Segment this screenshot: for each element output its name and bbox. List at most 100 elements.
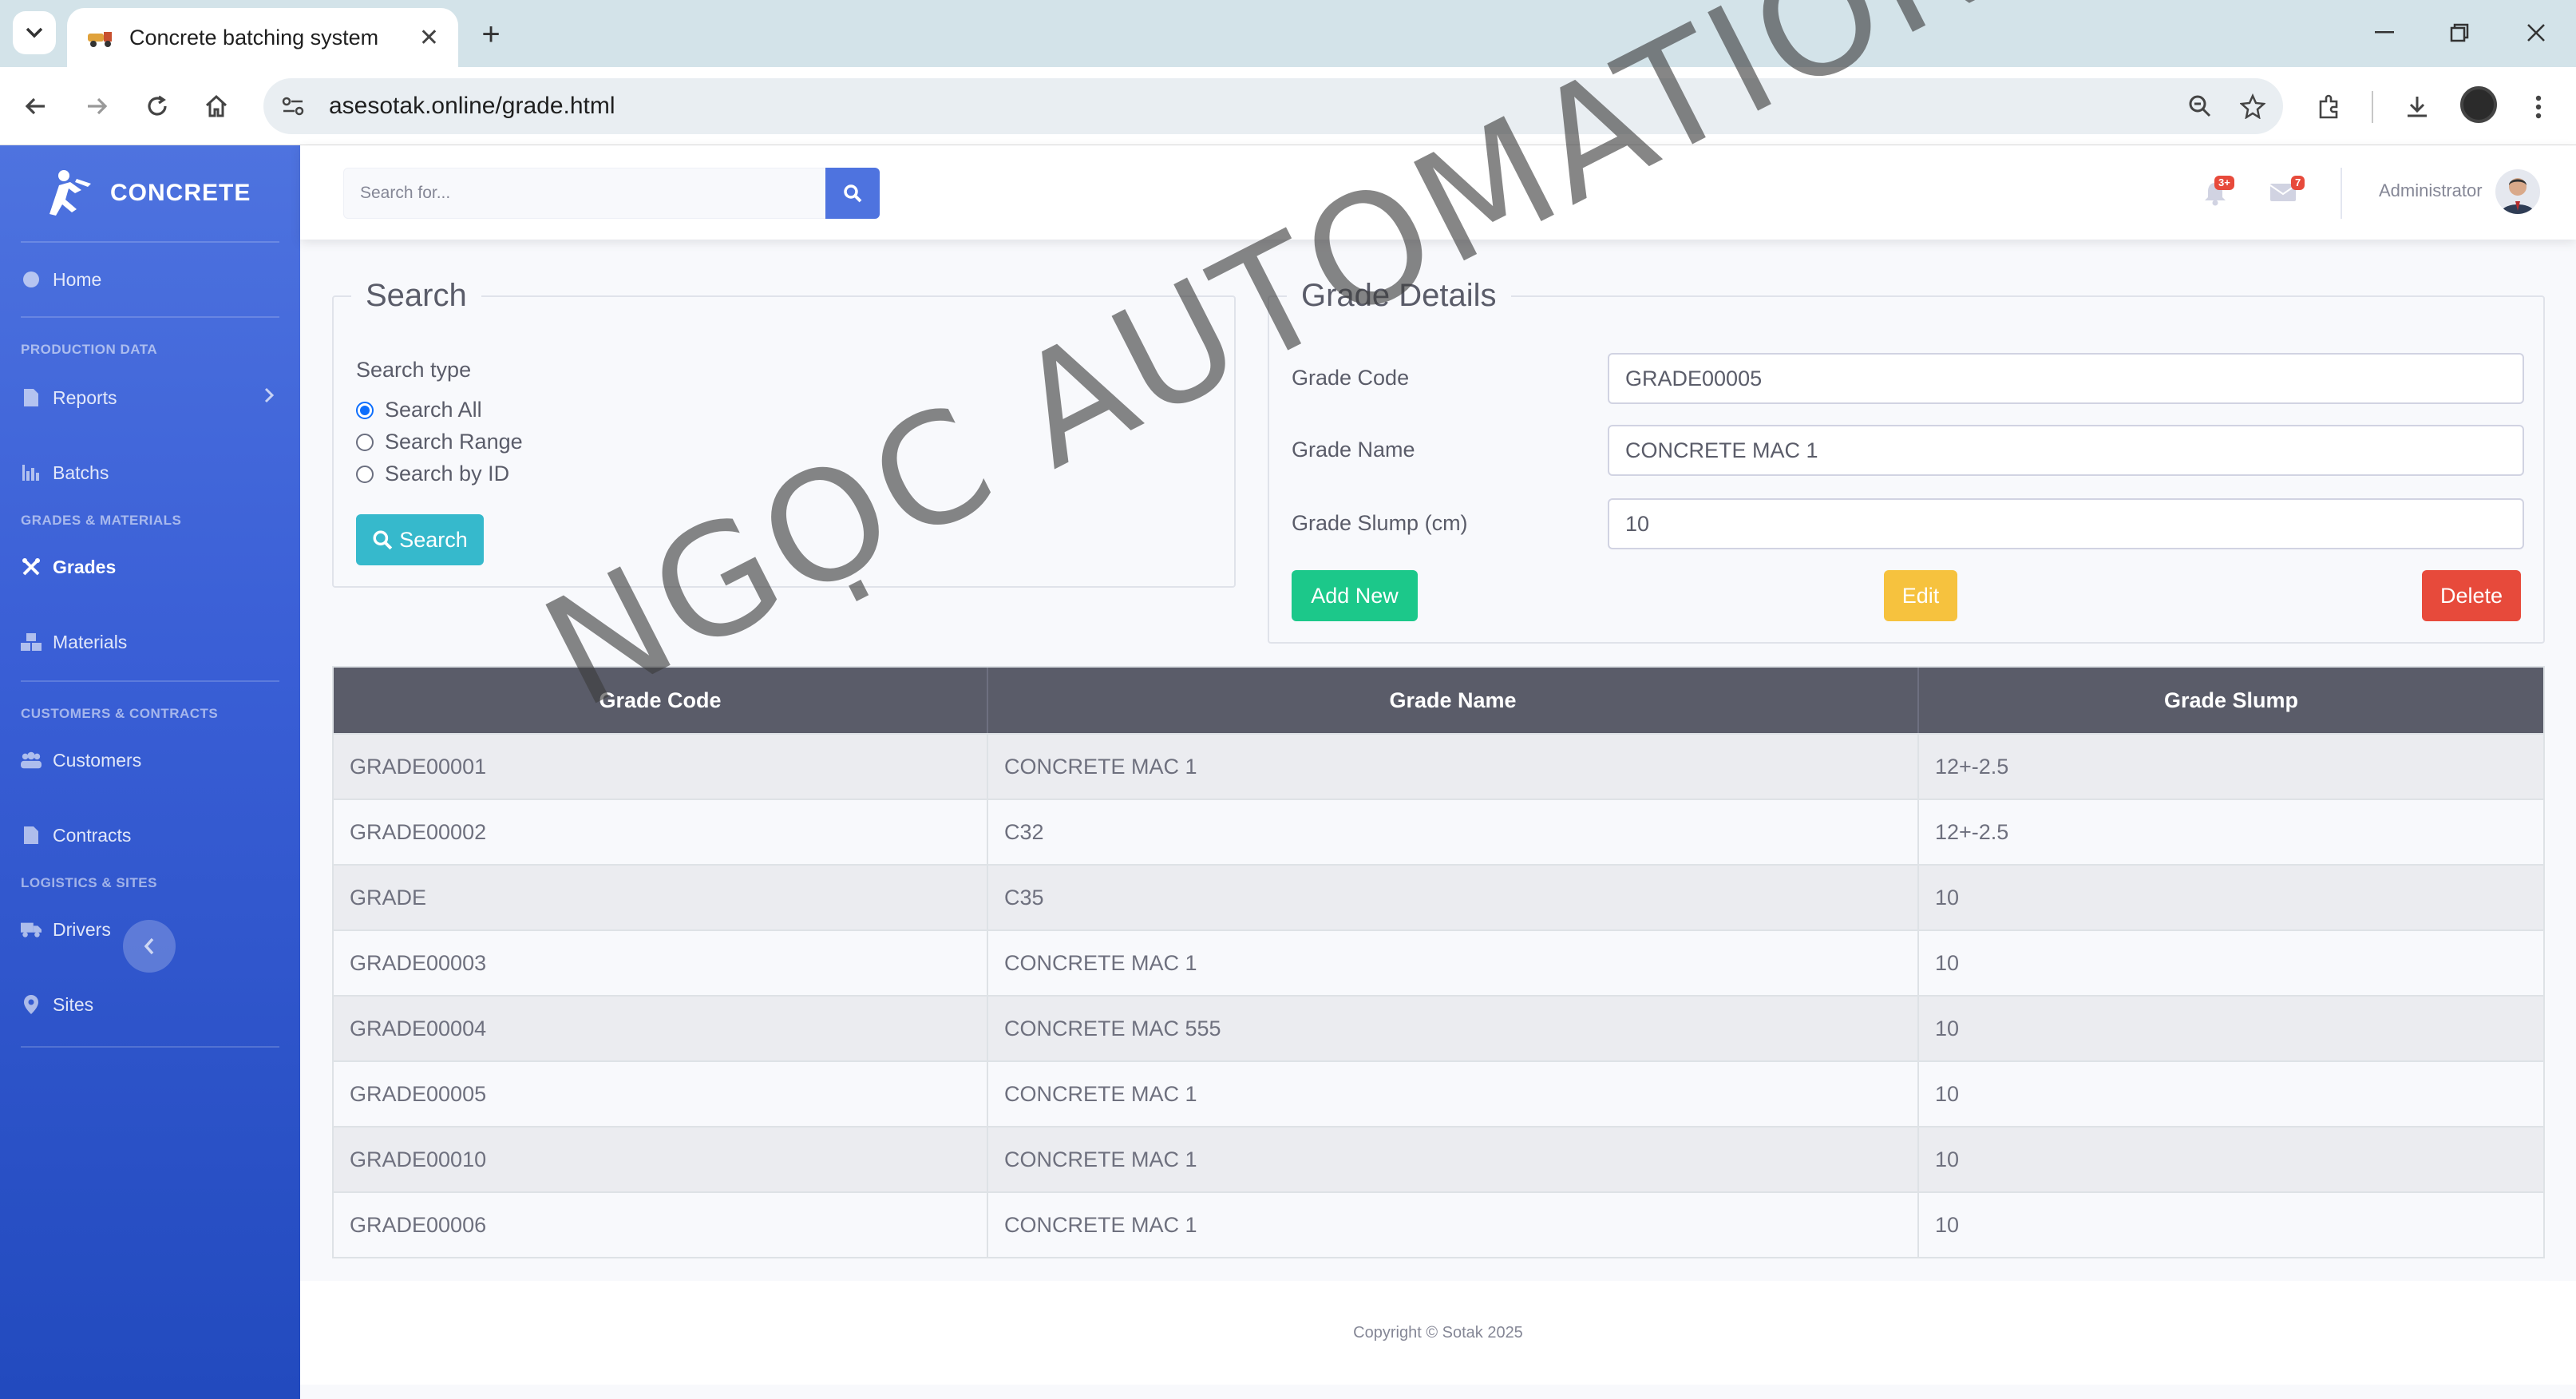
search-button[interactable]: Search bbox=[356, 514, 484, 565]
back-button[interactable] bbox=[14, 85, 57, 128]
sidebar-item-label: Batchs bbox=[53, 462, 109, 483]
messages-badge: 7 bbox=[2291, 176, 2305, 190]
radio-search-all[interactable]: Search All bbox=[356, 398, 482, 422]
cell-grade-slump: 10 bbox=[1935, 1147, 1960, 1171]
footer: Copyright © Sotak 2025 bbox=[300, 1281, 2576, 1385]
topbar-search-input[interactable]: Search for... bbox=[343, 168, 830, 219]
minimize-icon bbox=[2375, 31, 2394, 34]
close-window-button[interactable] bbox=[2516, 14, 2556, 51]
address-bar[interactable]: asesotak.online/grade.html bbox=[263, 78, 2283, 134]
cell-grade-name: CONCRETE MAC 1 bbox=[988, 931, 1919, 995]
grade-code-field[interactable]: GRADE00005 bbox=[1608, 353, 2524, 404]
zoom-icon[interactable] bbox=[2178, 84, 2222, 129]
radio-button[interactable] bbox=[356, 465, 374, 483]
radio-button-checked[interactable] bbox=[356, 401, 374, 419]
search-panel-title: Search bbox=[351, 278, 481, 314]
table-row[interactable]: GRADE00005 CONCRETE MAC 1 10 bbox=[334, 1060, 2543, 1126]
browser-tab-active[interactable]: Concrete batching system ✕ bbox=[67, 8, 458, 67]
tab-search-button[interactable] bbox=[13, 11, 56, 54]
grade-details-title: Grade Details bbox=[1287, 278, 1511, 314]
messages-button[interactable]: 7 bbox=[2269, 176, 2305, 208]
cell-grade-name: CONCRETE MAC 1 bbox=[988, 1062, 1919, 1126]
tab-close-icon[interactable]: ✕ bbox=[419, 24, 439, 52]
sidebar-heading-production: PRODUCTION DATA bbox=[21, 342, 158, 357]
browser-tab-strip: Concrete batching system ✕ + bbox=[0, 0, 2576, 67]
radio-search-by-id[interactable]: Search by ID bbox=[356, 462, 509, 486]
browser-profile-avatar[interactable] bbox=[2460, 86, 2497, 123]
sidebar-item-label: Materials bbox=[53, 631, 128, 652]
table-row[interactable]: GRADE C35 10 bbox=[334, 864, 2543, 929]
topbar-search-button[interactable] bbox=[825, 168, 880, 219]
column-header-grade-name[interactable]: Grade Name bbox=[988, 668, 1919, 733]
table-row[interactable]: GRADE00002 C32 12+-2.5 bbox=[334, 799, 2543, 864]
truck-icon bbox=[21, 919, 42, 940]
sidebar-divider bbox=[21, 241, 279, 243]
sidebar-item-home[interactable]: Home bbox=[21, 262, 279, 297]
sidebar-heading-logistics: LOGISTICS & SITES bbox=[21, 875, 157, 890]
cell-grade-code: GRADE00010 bbox=[334, 1128, 988, 1191]
grade-name-label: Grade Name bbox=[1292, 438, 1415, 462]
table-row[interactable]: GRADE00004 CONCRETE MAC 555 10 bbox=[334, 995, 2543, 1060]
forward-button[interactable] bbox=[75, 85, 118, 128]
cell-grade-name: CONCRETE MAC 555 bbox=[988, 997, 1919, 1060]
sidebar-item-label: Home bbox=[53, 268, 102, 290]
tab-title: Concrete batching system bbox=[129, 25, 379, 50]
sidebar-divider bbox=[21, 680, 279, 682]
grades-table: Grade Code Grade Name Grade Slump GRADE0… bbox=[332, 666, 2545, 1258]
sidebar-item-reports[interactable]: Reports bbox=[21, 380, 279, 415]
sidebar-divider bbox=[21, 1046, 279, 1048]
sidebar-item-customers[interactable]: Customers bbox=[21, 743, 279, 778]
sidebar-item-label: Contracts bbox=[53, 824, 132, 846]
sidebar-item-label: Customers bbox=[53, 749, 142, 771]
brand-logo-icon bbox=[49, 170, 91, 216]
search-button-label: Search bbox=[399, 527, 468, 552]
sidebar-item-contracts[interactable]: Contracts bbox=[21, 818, 279, 853]
grade-code-label: Grade Code bbox=[1292, 366, 1410, 390]
search-placeholder: Search for... bbox=[360, 184, 451, 202]
reload-button[interactable] bbox=[136, 85, 179, 128]
radio-button[interactable] bbox=[356, 433, 374, 451]
concrete-truck-icon bbox=[88, 32, 112, 47]
radio-search-range[interactable]: Search Range bbox=[356, 430, 523, 454]
alerts-button[interactable]: 3+ bbox=[2203, 176, 2235, 208]
url-text: asesotak.online/grade.html bbox=[329, 93, 615, 119]
sidebar-item-grades[interactable]: Grades bbox=[21, 549, 279, 585]
download-icon[interactable] bbox=[2395, 85, 2439, 129]
table-header: Grade Code Grade Name Grade Slump bbox=[334, 668, 2543, 733]
sidebar-toggle-button[interactable] bbox=[123, 920, 176, 973]
avatar[interactable] bbox=[2495, 169, 2540, 214]
more-menu-icon[interactable] bbox=[2516, 85, 2561, 129]
search-icon bbox=[373, 530, 393, 550]
minimize-button[interactable] bbox=[2364, 14, 2404, 51]
sidebar-heading-customers: CUSTOMERS & CONTRACTS bbox=[21, 706, 219, 721]
sidebar-heading-grades: GRADES & MATERIALS bbox=[21, 513, 182, 528]
edit-button[interactable]: Edit bbox=[1884, 570, 1957, 621]
sidebar-brand[interactable]: CONCRETE bbox=[42, 168, 251, 219]
tools-icon bbox=[21, 557, 42, 577]
user-name[interactable]: Administrator bbox=[2379, 180, 2483, 201]
cell-grade-slump: 10 bbox=[1935, 1212, 1960, 1237]
cell-grade-slump: 10 bbox=[1935, 950, 1960, 975]
delete-button[interactable]: Delete bbox=[2422, 570, 2521, 621]
add-new-button[interactable]: Add New bbox=[1292, 570, 1418, 621]
cell-grade-code: GRADE00002 bbox=[334, 800, 988, 864]
home-button[interactable] bbox=[195, 85, 238, 128]
new-tab-button[interactable]: + bbox=[471, 14, 511, 54]
table-row[interactable]: GRADE00001 CONCRETE MAC 1 12+-2.5 bbox=[334, 733, 2543, 799]
bookmark-star-icon[interactable] bbox=[2230, 84, 2275, 129]
table-row[interactable]: GRADE00003 CONCRETE MAC 1 10 bbox=[334, 929, 2543, 995]
table-row[interactable]: GRADE00010 CONCRETE MAC 1 10 bbox=[334, 1126, 2543, 1191]
column-header-grade-code[interactable]: Grade Code bbox=[334, 668, 988, 733]
sidebar-item-label: Drivers bbox=[53, 918, 111, 940]
extensions-icon[interactable] bbox=[2307, 85, 2352, 129]
site-info-icon[interactable] bbox=[273, 86, 313, 126]
reload-icon bbox=[148, 95, 167, 116]
sidebar-item-batchs[interactable]: Batchs bbox=[21, 455, 279, 490]
sidebar-item-materials[interactable]: Materials bbox=[21, 624, 279, 660]
grade-slump-field[interactable]: 10 bbox=[1608, 498, 2524, 549]
restore-button[interactable] bbox=[2439, 14, 2479, 51]
grade-name-field[interactable]: CONCRETE MAC 1 bbox=[1608, 425, 2524, 476]
sidebar-item-sites[interactable]: Sites bbox=[21, 987, 279, 1022]
table-row[interactable]: GRADE00006 CONCRETE MAC 1 10 bbox=[334, 1191, 2543, 1257]
column-header-grade-slump[interactable]: Grade Slump bbox=[1919, 668, 2543, 733]
